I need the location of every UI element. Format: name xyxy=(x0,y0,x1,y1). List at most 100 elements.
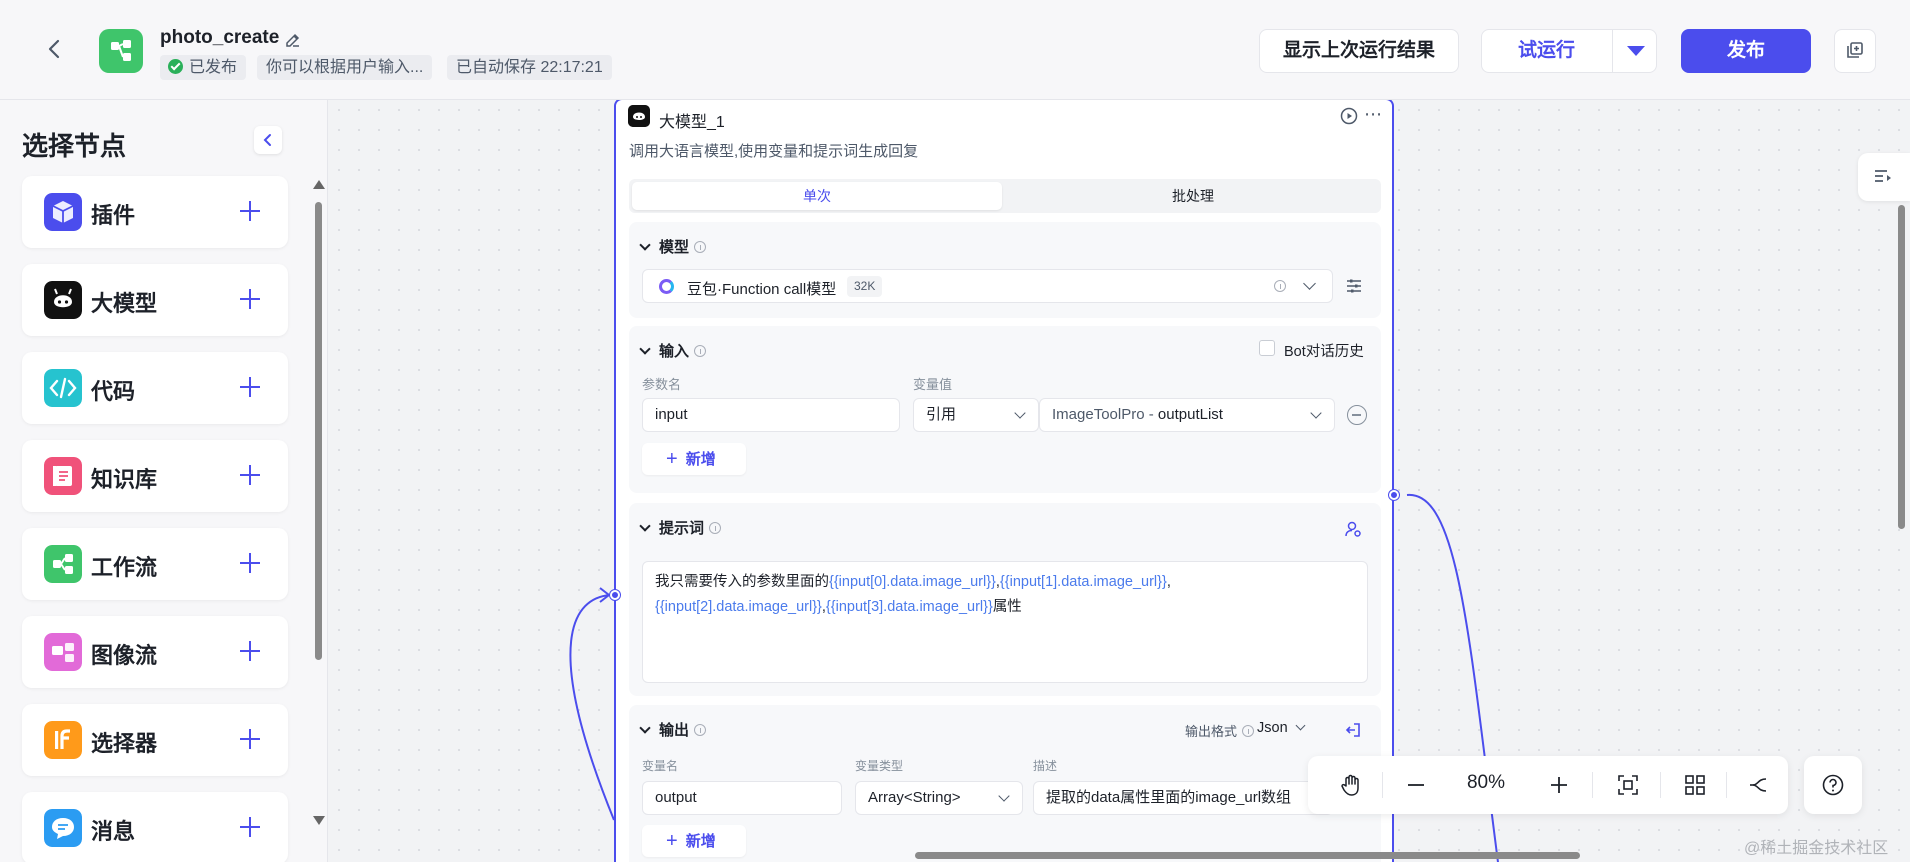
ref-source-select[interactable]: ImageToolPro - outputList xyxy=(1039,398,1335,432)
model-select[interactable]: 豆包·Function call模型 32K xyxy=(642,269,1333,303)
zoom-out-icon[interactable] xyxy=(1401,770,1431,800)
tab-batch[interactable]: 批处理 xyxy=(1008,182,1378,210)
output-format-label-text: 输出格式 xyxy=(1185,724,1238,739)
edit-icon[interactable] xyxy=(284,31,302,49)
add-llm-icon[interactable] xyxy=(237,286,263,312)
output-type-select[interactable]: Array<String> xyxy=(855,781,1023,815)
output-section-header[interactable]: 输出 xyxy=(639,719,707,740)
divider xyxy=(1612,30,1613,72)
panel-toggle-button[interactable] xyxy=(1858,153,1910,201)
add-imageflow-icon[interactable] xyxy=(237,638,263,664)
input-section: 输入 Bot对话历史 参数名 变量值 input 引用 ImageToolPro… xyxy=(629,326,1381,493)
connector-style-icon[interactable] xyxy=(1744,770,1774,800)
hand-pan-icon[interactable] xyxy=(1336,770,1366,800)
output-section: 输出 输出格式 Json 变量名 变量类型 描述 output Array<St… xyxy=(629,705,1381,862)
prompt-text: , xyxy=(1166,574,1171,590)
section-title: 输入 xyxy=(659,343,690,360)
add-plugin-icon[interactable] xyxy=(237,198,263,224)
show-last-run-button[interactable]: 显示上次运行结果 xyxy=(1259,29,1459,73)
caret-down-icon[interactable] xyxy=(1627,46,1645,56)
workflow-canvas[interactable]: 大模型_1 ⋯ 调用大语言模型,使用变量和提示词生成回复 单次 批处理 模型 豆… xyxy=(329,100,1910,862)
fit-view-icon[interactable] xyxy=(1613,770,1643,800)
bot-history-checkbox[interactable] xyxy=(1259,340,1275,356)
input-port[interactable] xyxy=(610,590,620,600)
info-icon[interactable] xyxy=(1274,280,1286,292)
node-description: 调用大语言模型,使用变量和提示词生成回复 xyxy=(629,143,919,160)
node-item-selector[interactable]: 选择器 xyxy=(22,704,288,776)
add-selector-icon[interactable] xyxy=(237,726,263,752)
scroll-up-arrow-icon[interactable] xyxy=(313,180,325,189)
prompt-section-header[interactable]: 提示词 xyxy=(639,517,722,538)
settings-sliders-icon[interactable] xyxy=(1345,277,1363,295)
param-name-header: 参数名 xyxy=(642,377,682,392)
output-desc-input[interactable]: 提取的data属性里面的image_url数组 xyxy=(1033,781,1333,815)
add-workflow-icon[interactable] xyxy=(237,550,263,576)
remove-param-icon[interactable] xyxy=(1347,405,1367,425)
var-desc-header: 描述 xyxy=(1033,759,1058,773)
user-settings-icon[interactable] xyxy=(1344,520,1362,538)
llm-node-card[interactable]: 大模型_1 ⋯ 调用大语言模型,使用变量和提示词生成回复 单次 批处理 模型 豆… xyxy=(614,100,1394,862)
add-code-icon[interactable] xyxy=(237,374,263,400)
node-picker-sidebar: 选择节点 插件 大模型 代码 知识库 工作流 图像流 选择器 消息 xyxy=(0,100,328,862)
more-options-icon[interactable]: ⋯ xyxy=(1364,104,1388,124)
add-message-icon[interactable] xyxy=(237,814,263,840)
canvas-horizontal-scrollbar[interactable] xyxy=(915,852,1580,859)
divider xyxy=(1592,772,1593,798)
node-item-code[interactable]: 代码 xyxy=(22,352,288,424)
prompt-editor[interactable]: 我只需要传入的参数里面的{{input[0].data.image_url}},… xyxy=(642,561,1368,683)
node-title[interactable]: 大模型_1 xyxy=(659,108,725,132)
output-name-input[interactable]: output xyxy=(642,781,842,815)
scroll-down-arrow-icon[interactable] xyxy=(313,816,325,825)
sidebar-scrollbar[interactable] xyxy=(312,180,325,830)
back-arrow-icon[interactable] xyxy=(42,36,68,62)
node-item-imageflow[interactable]: 图像流 xyxy=(22,616,288,688)
zoom-level[interactable]: 80% xyxy=(1456,772,1516,794)
prompt-variable: {{input[2].data.image_url}} xyxy=(655,599,822,615)
chevron-down-icon xyxy=(1310,407,1322,419)
param-name-input[interactable]: input xyxy=(642,398,900,432)
output-port[interactable] xyxy=(1389,490,1399,500)
output-format-value: Json xyxy=(1257,720,1288,736)
zoom-in-icon[interactable] xyxy=(1544,770,1574,800)
node-item-llm[interactable]: 大模型 xyxy=(22,264,288,336)
duplicate-button[interactable] xyxy=(1834,29,1876,73)
publish-status-badge: 已发布 xyxy=(160,55,247,80)
chevron-down-icon xyxy=(639,343,651,355)
chevron-left-icon xyxy=(263,134,271,146)
node-item-label: 大模型 xyxy=(91,291,158,316)
workflow-app-icon xyxy=(99,29,143,73)
add-knowledge-icon[interactable] xyxy=(237,462,263,488)
model-name: 豆包·Function call模型 xyxy=(687,281,837,298)
add-output-button[interactable]: 新增 xyxy=(642,825,746,857)
output-format-select[interactable]: Json xyxy=(1257,720,1307,736)
model-section-header[interactable]: 模型 xyxy=(639,236,707,257)
prompt-variable: {{input[3].data.image_url}} xyxy=(825,599,993,615)
prompt-section: 提示词 我只需要传入的参数里面的{{input[0].data.image_ur… xyxy=(629,503,1381,696)
trial-run-button[interactable]: 试运行 xyxy=(1481,29,1657,73)
canvas-vertical-scrollbar[interactable] xyxy=(1898,205,1905,529)
divider xyxy=(1660,772,1661,798)
node-item-label: 选择器 xyxy=(91,731,158,756)
output-type-value: Array<String> xyxy=(868,789,961,806)
node-item-knowledge[interactable]: 知识库 xyxy=(22,440,288,512)
export-icon[interactable] xyxy=(1344,721,1362,739)
code-icon xyxy=(44,369,82,407)
collapse-sidebar-button[interactable] xyxy=(254,126,282,154)
info-icon xyxy=(709,522,722,534)
ref-type-select[interactable]: 引用 xyxy=(913,398,1039,432)
ref-source-field: outputList xyxy=(1157,406,1223,423)
scrollbar-thumb[interactable] xyxy=(315,202,322,660)
check-circle-icon xyxy=(168,59,183,74)
node-item-workflow[interactable]: 工作流 xyxy=(22,528,288,600)
autosave-status: 已自动保存 22:17:21 xyxy=(447,55,612,80)
node-item-plugin[interactable]: 插件 xyxy=(22,176,288,248)
node-item-message[interactable]: 消息 xyxy=(22,792,288,862)
auto-layout-icon[interactable] xyxy=(1680,770,1710,800)
ref-separator: - xyxy=(1144,406,1158,423)
publish-button[interactable]: 发布 xyxy=(1681,29,1811,73)
add-input-button[interactable]: 新增 xyxy=(642,443,746,475)
play-icon[interactable] xyxy=(1340,107,1358,125)
input-section-header[interactable]: 输入 xyxy=(639,340,707,361)
help-button[interactable] xyxy=(1804,756,1862,814)
tab-single[interactable]: 单次 xyxy=(632,182,1002,210)
